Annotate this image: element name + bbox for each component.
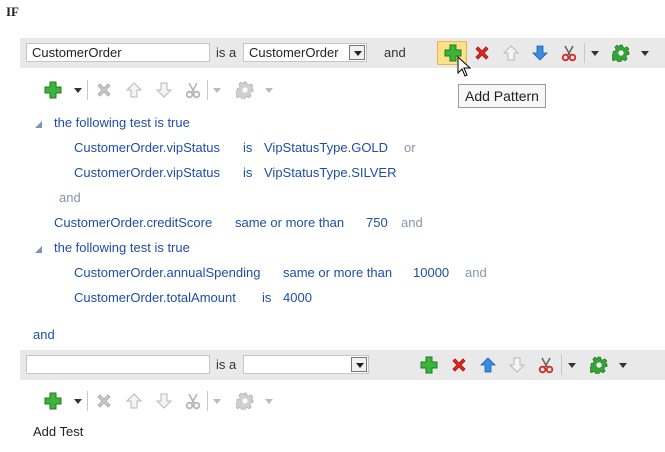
delete-icon[interactable] — [95, 392, 113, 410]
pattern-connector[interactable]: and — [33, 327, 55, 342]
test-connector[interactable]: or — [404, 140, 416, 155]
pattern-and-label: and — [384, 45, 406, 60]
pattern-type-value: CustomerOrder — [249, 45, 339, 60]
arrow-down-icon[interactable] — [508, 356, 526, 374]
chevron-down-icon[interactable] — [73, 392, 83, 410]
toolbar-separator — [87, 391, 88, 411]
test-left-operand[interactable]: CustomerOrder.creditScore — [54, 215, 212, 230]
pattern-variable-input[interactable] — [26, 355, 210, 374]
test-operator[interactable]: is — [262, 290, 271, 305]
arrow-up-icon[interactable] — [125, 392, 143, 410]
scissors-icon[interactable] — [184, 392, 202, 410]
test-right-operand[interactable]: VipStatusType.GOLD — [264, 140, 388, 155]
chevron-down-icon[interactable] — [567, 356, 577, 374]
chevron-down-icon[interactable] — [349, 45, 365, 60]
is-a-label: is a — [216, 45, 237, 60]
test-operator[interactable]: same or more than — [283, 265, 392, 280]
cursor-icon — [457, 56, 471, 77]
test-connector[interactable]: and — [465, 265, 487, 280]
add-icon[interactable] — [44, 392, 62, 410]
arrow-up-icon[interactable] — [125, 81, 143, 99]
test-operator[interactable]: is — [243, 140, 252, 155]
pattern-type-select[interactable] — [243, 355, 369, 374]
test-right-operand[interactable]: 4000 — [283, 290, 312, 305]
test-operator[interactable]: same or more than — [235, 215, 344, 230]
chevron-down-icon[interactable] — [640, 44, 650, 62]
test-operator[interactable]: is — [243, 165, 252, 180]
test-left-operand[interactable]: CustomerOrder.annualSpending — [74, 265, 260, 280]
collapse-toggle-icon[interactable] — [35, 121, 42, 128]
gear-icon[interactable] — [236, 81, 254, 99]
arrow-up-icon[interactable] — [479, 356, 497, 374]
add-test-link[interactable]: Add Test — [33, 424, 83, 439]
test-right-operand[interactable]: VipStatusType.SILVER — [264, 165, 396, 180]
pattern-row-1: CustomerOrder is a CustomerOrder and — [20, 38, 665, 77]
gear-icon[interactable] — [236, 392, 254, 410]
pattern-type-select[interactable]: CustomerOrder — [243, 43, 367, 62]
arrow-down-icon[interactable] — [155, 81, 173, 99]
chevron-down-icon[interactable] — [212, 392, 222, 410]
toolbar-separator — [584, 43, 585, 63]
test-right-operand[interactable]: 10000 — [413, 265, 449, 280]
chevron-down-icon[interactable] — [351, 357, 367, 372]
delete-icon[interactable] — [450, 356, 468, 374]
toolbar-separator — [207, 391, 208, 411]
test-left-operand[interactable]: CustomerOrder.totalAmount — [74, 290, 236, 305]
test-group-label[interactable]: the following test is true — [54, 115, 190, 130]
delete-icon[interactable] — [473, 44, 491, 62]
if-label: IF — [6, 4, 19, 19]
test-connector[interactable]: and — [59, 190, 81, 205]
test-left-operand[interactable]: CustomerOrder.vipStatus — [74, 165, 220, 180]
pattern-row-2: is a — [20, 350, 665, 380]
chevron-down-icon[interactable] — [590, 44, 600, 62]
chevron-down-icon[interactable] — [212, 81, 222, 99]
toolbar-separator — [207, 80, 208, 100]
add-icon[interactable] — [44, 81, 62, 99]
arrow-down-icon[interactable] — [531, 44, 549, 62]
scissors-icon[interactable] — [184, 81, 202, 99]
add-icon[interactable] — [420, 356, 438, 374]
toolbar-separator — [87, 80, 88, 100]
delete-icon[interactable] — [95, 81, 113, 99]
add-pattern-tooltip: Add Pattern — [458, 84, 546, 108]
is-a-label: is a — [216, 357, 237, 372]
chevron-down-icon[interactable] — [264, 392, 274, 410]
chevron-down-icon[interactable] — [264, 81, 274, 99]
collapse-toggle-icon[interactable] — [35, 246, 42, 253]
gear-icon[interactable] — [612, 44, 630, 62]
chevron-down-icon[interactable] — [618, 356, 628, 374]
arrow-up-icon[interactable] — [502, 44, 520, 62]
scissors-icon[interactable] — [560, 44, 578, 62]
gear-icon[interactable] — [590, 356, 608, 374]
test-connector[interactable]: and — [401, 215, 423, 230]
test-right-operand[interactable]: 750 — [366, 215, 388, 230]
scissors-icon[interactable] — [537, 356, 555, 374]
toolbar-separator — [561, 355, 562, 375]
chevron-down-icon[interactable] — [73, 81, 83, 99]
test-left-operand[interactable]: CustomerOrder.vipStatus — [74, 140, 220, 155]
test-group-label[interactable]: the following test is true — [54, 240, 190, 255]
pattern-variable-input[interactable]: CustomerOrder — [26, 43, 210, 62]
arrow-down-icon[interactable] — [155, 392, 173, 410]
